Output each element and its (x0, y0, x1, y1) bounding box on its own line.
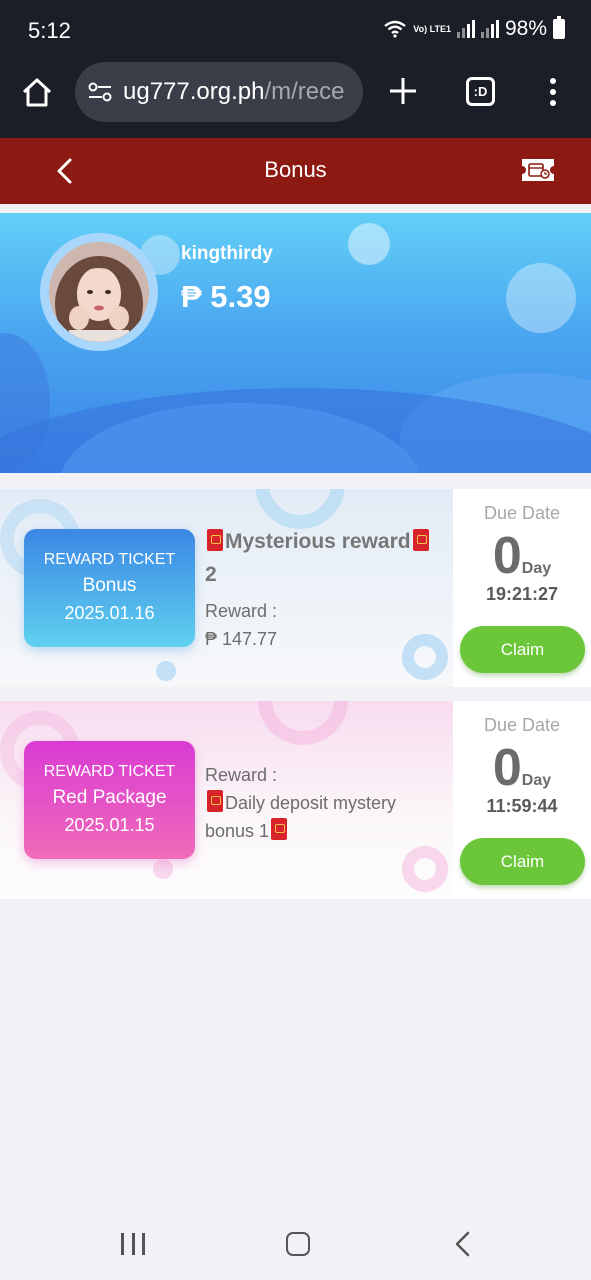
claim-button[interactable]: Claim (460, 626, 585, 673)
status-bar: 5:12 Vo) LTE1 98% (0, 0, 591, 60)
reward-description: Daily deposit mystery bonus 1 (205, 789, 450, 845)
ticket-label: REWARD TICKET (43, 763, 176, 780)
profile-banner: kingthirdy ₱ 5.39 (0, 213, 591, 473)
tune-icon[interactable] (87, 81, 113, 103)
volte-indicator: Vo) LTE1 (413, 23, 451, 34)
reward-label: Reward : (205, 765, 278, 785)
status-time: 5:12 (28, 18, 71, 43)
ticket-icon[interactable] (520, 157, 556, 183)
due-days: 0Day (453, 738, 591, 798)
reward-card: REWARD TICKET Red Package 2025.01.15 Rew… (0, 701, 591, 899)
tabs-button[interactable]: :D (466, 77, 495, 106)
decor-ring (255, 489, 345, 529)
due-date-panel: Due Date 0Day 11:59:44 Claim (453, 701, 591, 899)
avatar[interactable] (49, 242, 149, 342)
status-indicators: Vo) LTE1 98% (383, 16, 565, 41)
nav-back-icon[interactable] (452, 1230, 474, 1258)
reward-title-suffix: 2 (205, 563, 217, 586)
due-time: 11:59:44 (486, 796, 558, 816)
red-envelope-icon (271, 818, 288, 840)
ticket-date: 2025.01.16 (64, 603, 155, 623)
signal-icon-2 (480, 20, 499, 38)
reward-desc-line1: Daily deposit mystery (225, 793, 397, 813)
battery-icon (553, 16, 565, 39)
reward-title: Mysterious reward 2 (205, 525, 450, 591)
ticket-label: REWARD TICKET (43, 551, 176, 568)
due-date-label: Due Date (483, 715, 561, 735)
url-path: /m/rece (264, 78, 345, 105)
due-days-number: 0 (492, 739, 522, 797)
ticket-type: Red Package (52, 787, 167, 808)
due-days: 0Day (453, 526, 591, 586)
reward-ticket: REWARD TICKET Red Package 2025.01.15 (24, 741, 195, 859)
balance: ₱ 5.39 (181, 279, 271, 314)
nav-recents-icon[interactable] (121, 1233, 145, 1255)
wifi-icon (384, 20, 407, 38)
reward-info: Reward : Daily deposit mystery bonus 1 (205, 761, 450, 845)
home-icon[interactable] (20, 76, 54, 110)
more-icon[interactable] (548, 78, 558, 106)
browser-toolbar: ug777.org.ph/m/rece :D (0, 60, 591, 138)
plus-icon[interactable] (388, 76, 418, 106)
claim-button[interactable]: Claim (460, 838, 585, 885)
red-envelope-icon (412, 529, 429, 551)
decor-ring (258, 701, 348, 745)
app-header: Bonus (0, 138, 591, 204)
battery-percent: 98% (504, 17, 547, 40)
page-title: Bonus (264, 157, 327, 182)
due-days-number: 0 (492, 527, 522, 585)
decor-bubble (506, 263, 576, 333)
due-date-label: Due Date (483, 503, 561, 523)
due-time: 19:21:27 (485, 584, 559, 604)
reward-card: REWARD TICKET Bonus 2025.01.16 Mysteriou… (0, 489, 591, 687)
ticket-date: 2025.01.15 (64, 815, 155, 835)
red-envelope-icon (207, 529, 223, 551)
decor-ring (156, 661, 176, 681)
nav-home-icon[interactable] (286, 1232, 310, 1256)
decor-ring (153, 859, 173, 879)
reward-ticket: REWARD TICKET Bonus 2025.01.16 (24, 529, 195, 647)
decor-bubble (348, 223, 390, 265)
ticket-type: Bonus (82, 575, 137, 596)
address-bar[interactable]: ug777.org.ph/m/rece (75, 62, 363, 122)
url-host: ug777.org.ph (123, 78, 265, 105)
avatar-image (49, 242, 149, 342)
red-envelope-icon (207, 790, 223, 812)
system-nav-bar (0, 1208, 591, 1280)
reward-label: Reward : (205, 601, 278, 621)
reward-amount: ₱ 147.77 (205, 629, 278, 649)
reward-desc-line2: bonus 1 (205, 821, 270, 841)
signal-icon (456, 20, 475, 38)
username: kingthirdy (181, 243, 273, 264)
reward-info: Mysterious reward 2 Reward : ₱ 147.77 (205, 525, 450, 653)
due-days-unit: Day (521, 560, 552, 577)
decor-ring (402, 846, 448, 892)
due-date-panel: Due Date 0Day 19:21:27 Claim (453, 489, 591, 687)
due-days-unit: Day (521, 772, 552, 789)
reward-title-text: Mysterious reward (225, 530, 411, 553)
